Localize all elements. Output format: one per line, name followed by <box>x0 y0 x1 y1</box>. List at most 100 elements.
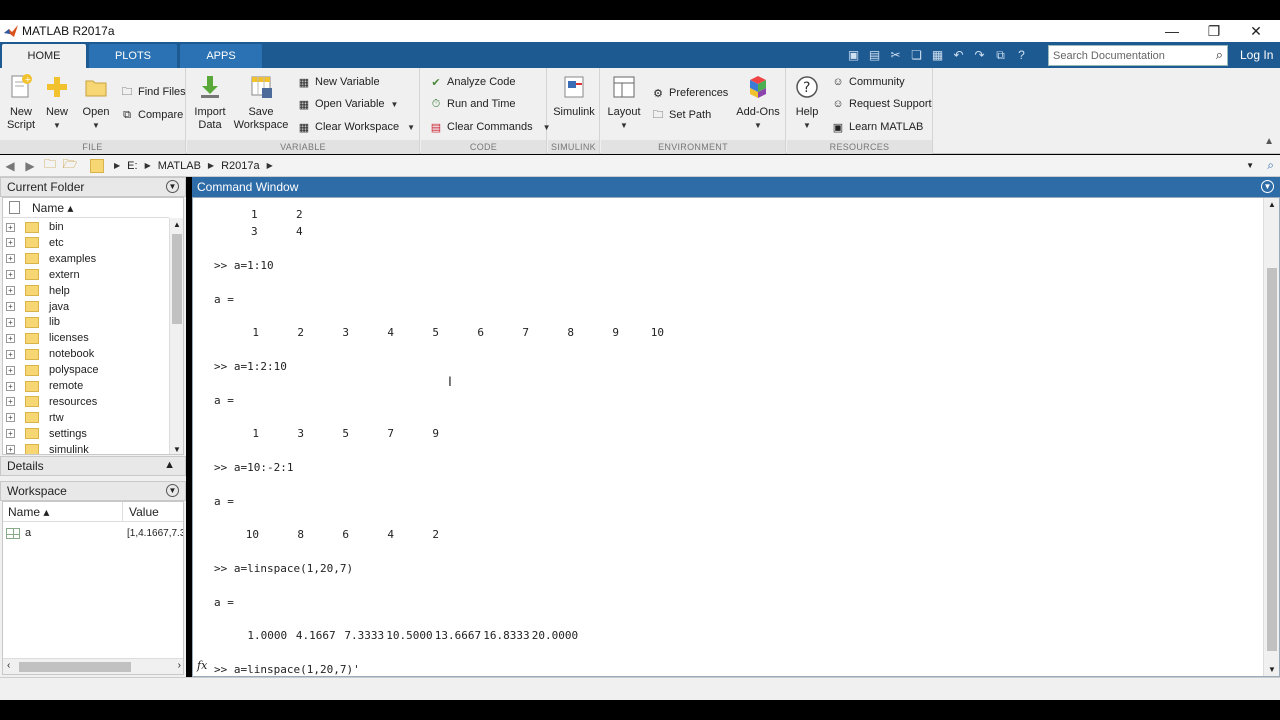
save-workspace-button[interactable]: Save Workspace <box>233 74 289 132</box>
command-window[interactable]: 1 2 3 4 >> a=1:10 a = 1 2 3 4 5 6 7 8 9 10 >> a=1… <box>192 197 1280 677</box>
new-doc-icon[interactable]: ▣ <box>844 46 863 64</box>
panel-actions-icon[interactable]: ▼ <box>166 180 179 193</box>
folder-item[interactable]: + examples <box>3 251 171 267</box>
new-button[interactable]: New ▼ <box>42 74 72 132</box>
expand-plus-icon[interactable]: + <box>6 349 15 359</box>
expand-plus-icon[interactable]: + <box>6 302 15 311</box>
paste-icon[interactable]: ▦ <box>928 46 947 64</box>
breadcrumb-matlab[interactable]: MATLAB <box>158 160 201 172</box>
folder-item[interactable]: + etc <box>3 235 171 251</box>
folder-scrollbar[interactable]: ▲ ▼ <box>169 218 183 454</box>
copy-icon[interactable]: ❏ <box>907 46 926 64</box>
folder-scroll-thumb[interactable] <box>172 234 182 324</box>
back-arrow-icon[interactable]: ◀ <box>0 159 20 173</box>
folder-item[interactable]: + licenses <box>3 330 171 346</box>
chevron-up-icon[interactable]: ▲ <box>164 459 175 471</box>
community-link[interactable]: ☺ Community <box>831 75 904 89</box>
import-data-button[interactable]: Import Data <box>193 74 227 132</box>
address-dropdown-icon[interactable]: ▼ <box>1246 161 1254 170</box>
folder-item[interactable]: + lib <box>3 314 171 330</box>
folder-item[interactable]: + extern <box>3 267 171 283</box>
analyze-code-button[interactable]: ✔ Analyze Code <box>429 75 515 89</box>
help-icon[interactable]: ? <box>1012 46 1031 64</box>
workspace-row[interactable]: a [1,4.1667,7.3333,10.5000,13.6667,16.83… <box>3 525 183 541</box>
open-button[interactable]: Open ▼ <box>80 74 112 132</box>
folder-item[interactable]: + notebook <box>3 346 171 362</box>
workspace-name-header[interactable]: Name ▴ <box>3 502 123 522</box>
expand-plus-icon[interactable]: + <box>6 397 15 407</box>
forward-arrow-icon[interactable]: ▶ <box>20 159 40 173</box>
new-variable-button[interactable]: ▦ New Variable <box>297 75 380 89</box>
expand-plus-icon[interactable]: + <box>6 445 15 454</box>
scroll-up-icon[interactable]: ▲ <box>173 220 181 229</box>
tab-home[interactable]: HOME <box>2 44 86 68</box>
panel-actions-icon[interactable]: ▼ <box>1261 180 1274 193</box>
expand-plus-icon[interactable]: + <box>6 270 15 280</box>
folder-item[interactable]: + polyspace <box>3 362 171 378</box>
scroll-left-icon[interactable]: ‹ <box>7 660 10 671</box>
up-folder-icon[interactable]: 🗀 <box>40 155 60 176</box>
search-documentation-input[interactable]: Search Documentation ⌕ <box>1048 45 1228 66</box>
log-in-link[interactable]: Log In <box>1240 48 1273 62</box>
command-scroll-thumb[interactable] <box>1267 268 1277 651</box>
run-and-time-button[interactable]: ⏱ Run and Time <box>429 97 516 111</box>
expand-plus-icon[interactable]: + <box>6 317 15 327</box>
folder-item[interactable]: + help <box>3 283 171 299</box>
cut-icon[interactable]: ✂ <box>886 46 905 64</box>
layout-button[interactable]: Layout ▼ <box>605 74 643 132</box>
folder-item[interactable]: + bin <box>3 219 171 235</box>
open-variable-button[interactable]: ▦ Open Variable ▼ <box>297 97 399 111</box>
restore-button[interactable]: ❐ <box>1192 20 1236 42</box>
simulink-button[interactable]: Simulink <box>552 74 596 119</box>
scroll-down-icon[interactable]: ▼ <box>1268 665 1276 674</box>
minimize-button[interactable]: — <box>1150 20 1194 42</box>
tab-plots[interactable]: PLOTS <box>89 44 177 68</box>
folder-item[interactable]: + simulink <box>3 442 171 454</box>
preferences-button[interactable]: ⚙ Preferences <box>651 86 728 100</box>
folder-item[interactable]: + settings <box>3 426 171 442</box>
clear-commands-button[interactable]: ▤ Clear Commands ▼ <box>429 120 551 134</box>
compare-button[interactable]: ⧉ Compare <box>120 108 183 122</box>
details-header[interactable]: Details ▲ <box>0 456 186 476</box>
tab-apps[interactable]: APPS <box>180 44 262 68</box>
scroll-down-icon[interactable]: ▼ <box>173 445 181 454</box>
workspace-scroll-thumb[interactable] <box>19 662 131 672</box>
expand-plus-icon[interactable]: + <box>6 381 15 391</box>
find-files-button[interactable]: 🗀 Find Files <box>120 85 186 99</box>
search-icon[interactable]: ⌕ <box>1216 47 1223 63</box>
breadcrumb-r2017a[interactable]: R2017a <box>221 160 260 172</box>
command-input[interactable]: >> a=linspace(1,20,7)' <box>214 663 360 676</box>
panel-actions-icon[interactable]: ▼ <box>166 484 179 497</box>
breadcrumb-drive[interactable]: E: <box>127 160 137 172</box>
folder-item[interactable]: + remote <box>3 378 171 394</box>
collapse-ribbon-icon[interactable]: ▲ <box>1264 136 1274 147</box>
switch-windows-icon[interactable]: ⧉ <box>991 46 1010 64</box>
folder-item[interactable]: + java <box>3 299 171 315</box>
undo-icon[interactable]: ↶ <box>949 46 968 64</box>
set-path-button[interactable]: 🗀 Set Path <box>651 108 712 122</box>
folder-item[interactable]: + resources <box>3 394 171 410</box>
clear-workspace-button[interactable]: ▦ Clear Workspace ▼ <box>297 120 415 134</box>
expand-plus-icon[interactable]: + <box>6 238 15 248</box>
add-ons-button[interactable]: Add-Ons ▼ <box>735 74 781 132</box>
expand-plus-icon[interactable]: + <box>6 333 15 343</box>
name-column-header[interactable]: Name ▴ <box>32 201 73 215</box>
folder-search-icon[interactable]: ⌕ <box>1267 158 1274 173</box>
request-support-link[interactable]: ☺ Request Support <box>831 97 931 111</box>
workspace-hscrollbar[interactable]: ‹ › <box>3 658 183 674</box>
expand-plus-icon[interactable]: + <box>6 365 15 375</box>
scroll-up-icon[interactable]: ▲ <box>1268 200 1276 209</box>
expand-plus-icon[interactable]: + <box>6 413 15 423</box>
expand-plus-icon[interactable]: + <box>6 254 15 264</box>
expand-plus-icon[interactable]: + <box>6 286 15 296</box>
redo-icon[interactable]: ↷ <box>970 46 989 64</box>
save-icon[interactable]: ▤ <box>865 46 884 64</box>
folder-item[interactable]: + rtw <box>3 410 171 426</box>
learn-matlab-link[interactable]: ▣ Learn MATLAB <box>831 120 924 134</box>
browse-folder-icon[interactable]: 🗁 <box>60 155 80 176</box>
command-window-scrollbar[interactable]: ▲ ▼ <box>1263 198 1279 676</box>
expand-plus-icon[interactable]: + <box>6 222 15 232</box>
scroll-right-icon[interactable]: › <box>178 660 181 671</box>
workspace-value-header[interactable]: Value <box>123 502 183 522</box>
new-script-button[interactable]: + New Script <box>4 74 38 132</box>
